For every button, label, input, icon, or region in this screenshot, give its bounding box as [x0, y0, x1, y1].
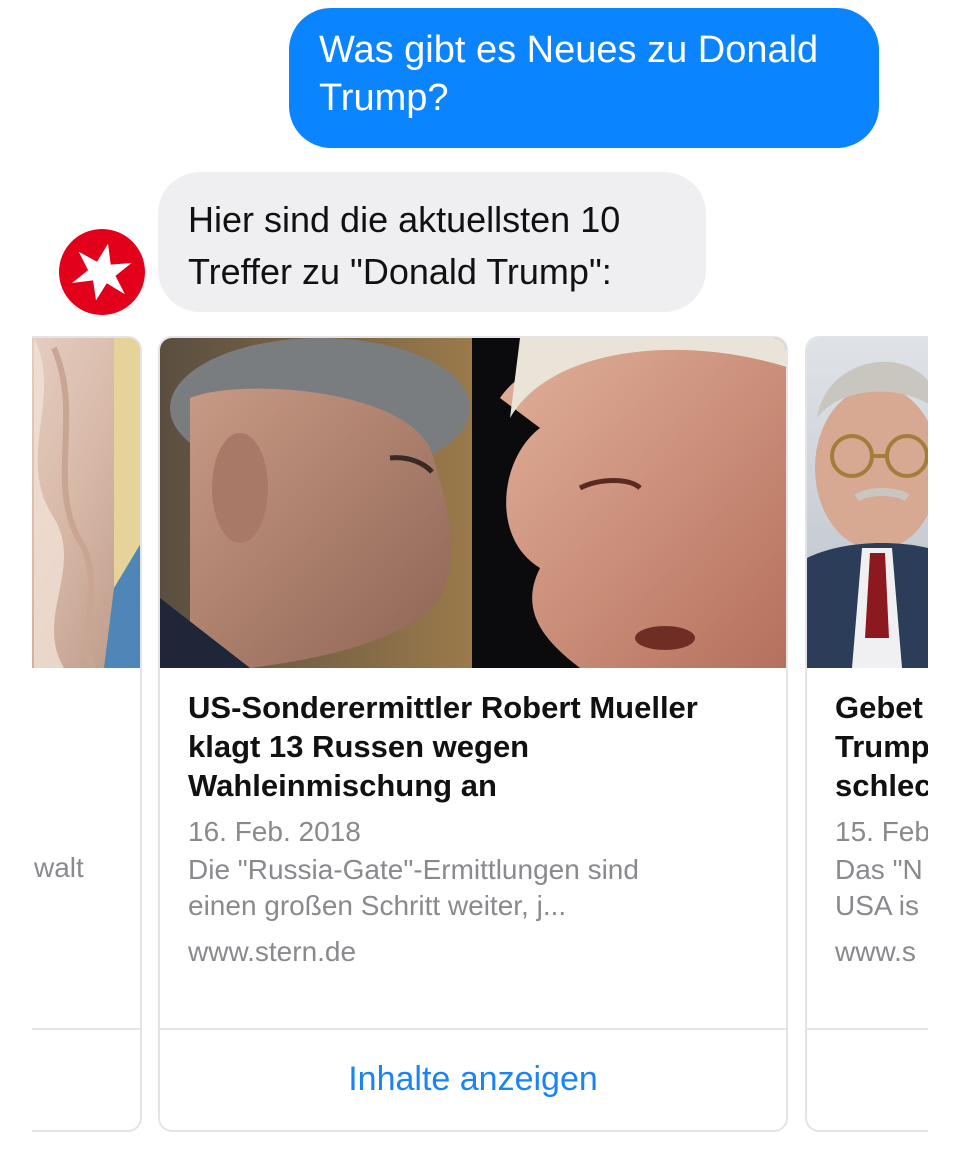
news-card-title: Gebet Trump schlec	[835, 690, 928, 803]
news-card-description: Das "N USA is	[835, 854, 923, 921]
news-card-title: US-Sonderermittler Robert Mueller klagt …	[188, 690, 698, 803]
news-card-mueller[interactable]: US-Sonderermittler Robert Mueller klagt …	[158, 336, 788, 1132]
news-card-image	[807, 338, 928, 668]
user-message-bubble: Was gibt es Neues zu Donald Trump?	[289, 8, 879, 148]
bot-message-text: Hier sind die aktuellsten 10 Treffer zu …	[188, 199, 621, 292]
news-card-previous[interactable]: walt	[32, 336, 142, 1132]
news-card-image	[32, 338, 140, 668]
news-card-next[interactable]: Gebet Trump schlec 15. Feb Das "N USA is…	[805, 336, 928, 1132]
news-card-date: 15. Feb	[835, 816, 928, 847]
news-card-domain: www.stern.de	[188, 936, 357, 967]
user-message-text: Was gibt es Neues zu Donald Trump?	[319, 29, 819, 119]
news-carousel[interactable]: walt US-Sonderermittler Robert Mueller k…	[32, 336, 928, 1136]
news-card-image	[160, 338, 786, 668]
bot-message-bubble: Hier sind die aktuellsten 10 Treffer zu …	[158, 172, 706, 312]
show-content-button[interactable]: Inhalte anzeigen	[160, 1060, 786, 1099]
card-divider	[807, 1028, 928, 1030]
card-divider	[32, 1028, 140, 1030]
stern-logo-icon[interactable]	[59, 229, 145, 315]
news-card-date: 16. Feb. 2018	[188, 816, 361, 847]
news-card-description: Die "Russia-Gate"-Ermittlungen sind eine…	[188, 854, 639, 921]
news-card-domain: www.s	[835, 936, 916, 967]
card-divider	[160, 1028, 786, 1030]
news-card-description: walt	[34, 852, 84, 883]
